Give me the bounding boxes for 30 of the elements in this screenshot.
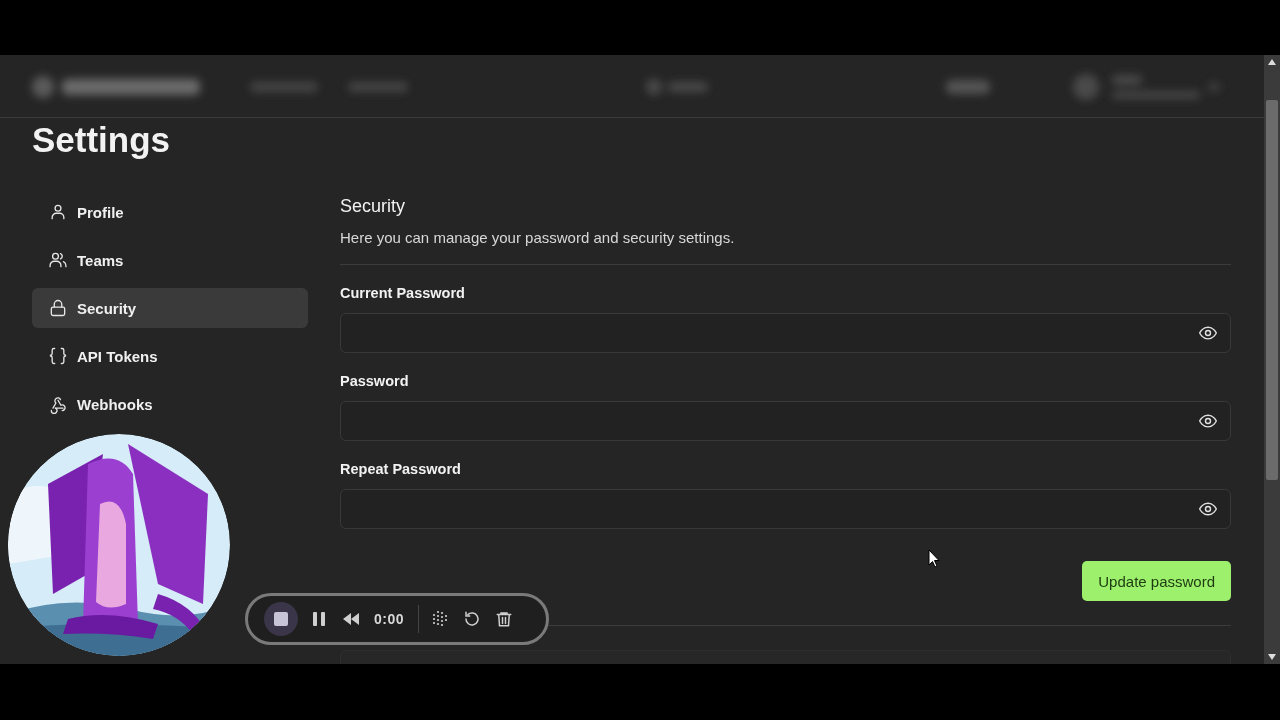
mouse-cursor-icon (928, 549, 940, 568)
section-description: Here you can manage your password and security settings. (340, 228, 736, 248)
page-title: Settings (32, 119, 171, 161)
scroll-down-icon[interactable] (1268, 654, 1276, 660)
sidebar-item[interactable]: API Tokens (32, 336, 308, 376)
trash-icon[interactable] (495, 609, 514, 629)
sidebar-item[interactable]: Security (32, 288, 308, 328)
update-password-button[interactable]: Update password (1082, 561, 1231, 601)
password-field[interactable] (340, 401, 1231, 441)
webhook-icon (48, 394, 68, 414)
scroll-up-icon[interactable] (1268, 59, 1276, 65)
sidebar-item[interactable]: Teams (32, 240, 308, 280)
sidebar-item[interactable]: Webhooks (32, 384, 308, 424)
people-icon (48, 250, 68, 270)
curly-braces-icon (48, 346, 68, 366)
recording-time: 0:00 (374, 611, 405, 627)
rewind-icon[interactable] (342, 612, 360, 626)
restart-icon[interactable] (463, 610, 482, 628)
sidebar-item[interactable]: Profile (32, 192, 308, 232)
password-field[interactable] (340, 489, 1231, 529)
field-label: Repeat Password (340, 460, 461, 479)
password-field[interactable] (340, 313, 1231, 353)
grid-dots-icon[interactable] (431, 610, 450, 628)
field-label: Password (340, 372, 409, 391)
section-title: Security (340, 195, 406, 218)
scrollbar-thumb[interactable] (1266, 100, 1278, 480)
stop-button[interactable] (264, 602, 298, 636)
lock-icon (48, 298, 68, 318)
field-label: Current Password (340, 284, 465, 303)
pause-icon[interactable] (312, 611, 326, 627)
